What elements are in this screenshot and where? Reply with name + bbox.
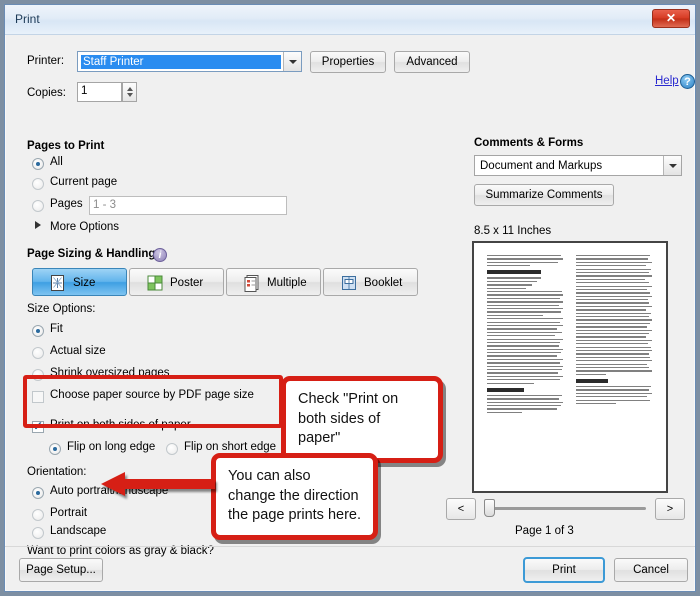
- radio-current-page[interactable]: [32, 178, 44, 190]
- preview-column-left: [487, 255, 564, 415]
- preview-pane: Help ? Comments & Forms Document and Mar…: [446, 35, 697, 548]
- size-mode-label: Size: [73, 277, 96, 289]
- window-title: Print: [15, 12, 40, 26]
- radio-flip-short-edge-label: Flip on short edge: [184, 441, 277, 453]
- size-mode-button[interactable]: Size: [32, 268, 127, 296]
- radio-actual-size-label: Actual size: [50, 345, 106, 357]
- radio-current-page-label: Current page: [50, 176, 118, 188]
- radio-flip-short-edge[interactable]: [166, 443, 178, 455]
- comments-forms-select[interactable]: Document and Markups: [474, 155, 682, 176]
- page-sizing-heading: Page Sizing & Handling: [27, 248, 156, 260]
- booklet-mode-label: Booklet: [364, 277, 403, 289]
- previous-page-button[interactable]: <: [446, 498, 476, 520]
- radio-fit[interactable]: [32, 325, 44, 337]
- page-setup-button[interactable]: Page Setup...: [19, 558, 103, 582]
- properties-button[interactable]: Properties: [310, 51, 386, 73]
- comments-heading: Comments & Forms: [474, 137, 584, 149]
- annotation-callout-orientation: You can also change the direction the pa…: [211, 453, 378, 540]
- radio-flip-long-edge[interactable]: [49, 443, 61, 455]
- radio-all[interactable]: [32, 158, 44, 170]
- radio-actual-size[interactable]: [32, 347, 44, 359]
- checkbox-duplex[interactable]: [32, 419, 44, 433]
- annotation-callout-duplex: Check "Print on both sides of paper": [281, 376, 443, 463]
- summarize-comments-button[interactable]: Summarize Comments: [474, 184, 614, 206]
- multiple-mode-button[interactable]: Multiple: [226, 268, 321, 296]
- radio-all-label: All: [50, 156, 63, 168]
- radio-shrink-oversized-label: Shrink oversized pages: [50, 367, 170, 379]
- radio-landscape-label: Landscape: [50, 525, 107, 537]
- print-dialog: Print ✕ Printer: Staff Printer Propertie…: [4, 4, 696, 592]
- comments-forms-value: Document and Markups: [480, 160, 603, 172]
- page-slider-track[interactable]: [488, 507, 646, 510]
- info-icon[interactable]: i: [153, 248, 167, 262]
- copies-stepper[interactable]: [122, 82, 137, 102]
- booklet-mode-button[interactable]: Booklet: [323, 268, 418, 296]
- close-button[interactable]: ✕: [652, 9, 690, 28]
- preview-column-right: [575, 255, 653, 406]
- multiple-mode-label: Multiple: [267, 277, 307, 289]
- checkbox-paper-source[interactable]: [32, 391, 44, 403]
- chevron-down-icon: [283, 52, 301, 71]
- page-slider-thumb[interactable]: [484, 499, 495, 517]
- radio-portrait-label: Portrait: [50, 507, 88, 519]
- cancel-button[interactable]: Cancel: [614, 558, 688, 582]
- copies-label: Copies:: [27, 87, 66, 99]
- multiple-pages-icon: [243, 274, 261, 292]
- radio-pages[interactable]: [32, 200, 44, 212]
- title-bar: Print ✕: [5, 5, 695, 35]
- pages-range-input[interactable]: 1 - 3: [89, 196, 287, 215]
- page-size-icon: [49, 274, 67, 292]
- stepper-down-icon: [127, 93, 133, 97]
- stepper-up-icon: [127, 87, 133, 91]
- dialog-footer: Page Setup... Print Cancel: [5, 546, 695, 591]
- orientation-heading: Orientation:: [27, 466, 87, 478]
- booklet-icon: [340, 274, 358, 292]
- radio-pages-label: Pages: [50, 198, 83, 210]
- radio-flip-long-edge-label: Flip on long edge: [67, 441, 156, 453]
- document-preview[interactable]: [472, 241, 668, 493]
- help-link[interactable]: Help: [655, 75, 679, 87]
- print-button[interactable]: Print: [523, 557, 605, 583]
- radio-landscape[interactable]: [32, 527, 44, 539]
- radio-auto-orientation[interactable]: [32, 487, 44, 499]
- page-status: Page 1 of 3: [515, 525, 574, 537]
- next-page-button[interactable]: >: [655, 498, 685, 520]
- printer-select[interactable]: Staff Printer: [77, 51, 302, 72]
- question-mark-icon[interactable]: ?: [680, 74, 695, 89]
- pages-to-print-heading: Pages to Print: [27, 140, 105, 152]
- checkbox-duplex-label: Print on both sides of paper: [50, 419, 191, 431]
- checkbox-paper-source-label: Choose paper source by PDF page size: [50, 389, 254, 401]
- more-options-toggle[interactable]: More Options: [50, 221, 119, 233]
- poster-grid-icon: [146, 274, 164, 292]
- chevron-right-icon: [35, 221, 41, 229]
- printer-select-value: Staff Printer: [81, 55, 281, 69]
- advanced-button[interactable]: Advanced: [394, 51, 470, 73]
- poster-mode-button[interactable]: Poster: [129, 268, 224, 296]
- poster-mode-label: Poster: [170, 277, 204, 289]
- radio-fit-label: Fit: [50, 323, 63, 335]
- radio-shrink-oversized[interactable]: [32, 369, 44, 381]
- size-options-label: Size Options:: [27, 303, 96, 315]
- paper-size-label: 8.5 x 11 Inches: [474, 225, 552, 237]
- annotation-arrow-orientation: [101, 470, 215, 503]
- printer-label: Printer:: [27, 55, 65, 67]
- radio-portrait[interactable]: [32, 509, 44, 521]
- copies-input[interactable]: 1: [77, 82, 122, 102]
- chevron-down-icon: [663, 156, 681, 175]
